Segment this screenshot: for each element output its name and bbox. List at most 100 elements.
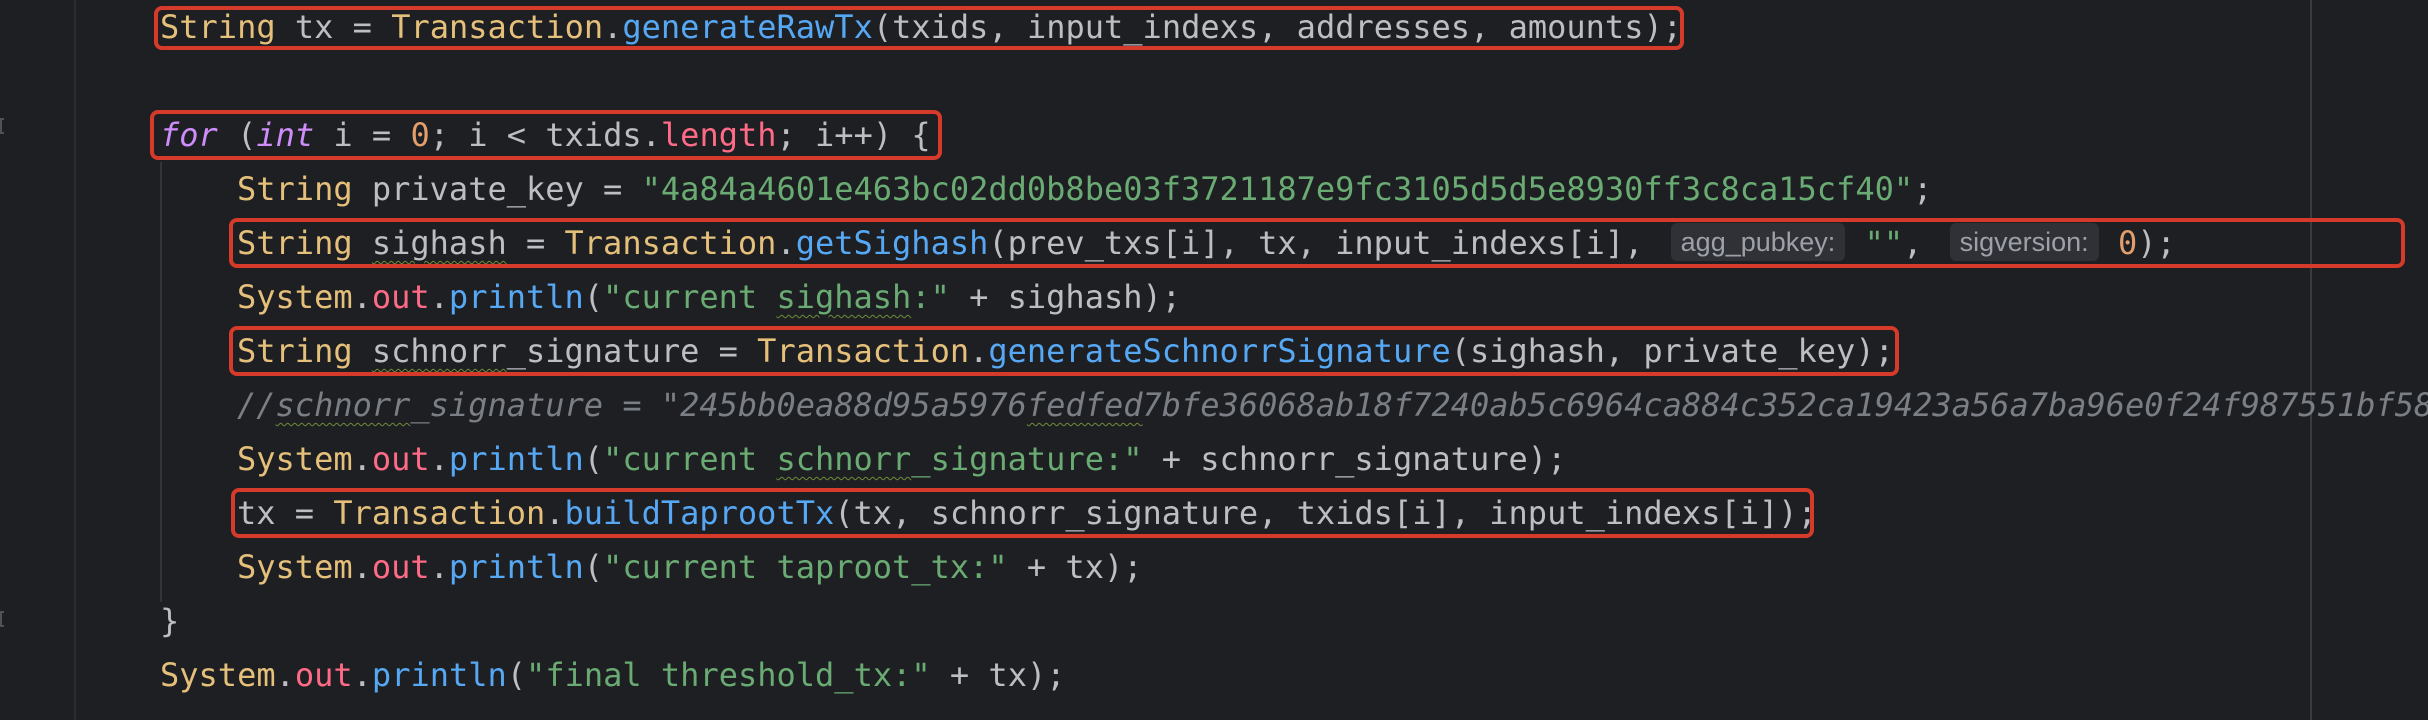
string-token: "final threshold_tx:" xyxy=(526,656,931,694)
keyword-token: int xyxy=(256,116,315,154)
field-token: out xyxy=(371,278,430,316)
code-token: . xyxy=(429,440,449,478)
class-token: Transaction xyxy=(333,494,546,532)
code-token: tx = xyxy=(275,8,392,46)
code-token: . xyxy=(545,494,565,532)
type-token: String xyxy=(237,224,353,262)
code-token: + sighash); xyxy=(949,278,1182,316)
code-token: ( xyxy=(583,548,604,586)
code-token: i = xyxy=(314,116,411,154)
code-token: (prev_txs[i], tx, input_indexs[i], xyxy=(988,224,1663,262)
code-token: ( xyxy=(583,440,604,478)
code-token: . xyxy=(429,548,449,586)
code-line-private-key[interactable]: String private_key = "4a84a4601e463bc02d… xyxy=(237,162,1932,216)
variable-token: sighash xyxy=(371,224,507,262)
code-token: (txids, input_indexs, addresses, amounts… xyxy=(872,8,1682,46)
code-token: ; i < txids. xyxy=(429,116,661,154)
code-token: private_key = xyxy=(352,170,642,208)
code-line-closing-brace[interactable]: } xyxy=(160,594,179,648)
code-line-print-sighash[interactable]: System.out.println("current sighash:" + … xyxy=(237,270,1181,324)
code-line-print-taproot-tx[interactable]: System.out.println("current taproot_tx:"… xyxy=(237,540,1142,594)
code-line-for-loop[interactable]: for (int i = 0; i < txids.length; i++) { xyxy=(160,108,931,162)
comment-token: 7bfe36068ab18f7240ab5c6964ca884c352ca194… xyxy=(1142,386,2428,424)
code-token: . xyxy=(352,278,372,316)
class-token: Transaction xyxy=(564,224,777,262)
code-token: , xyxy=(1903,224,1942,262)
method-token: println xyxy=(448,440,584,478)
string-token: _signature:" xyxy=(911,440,1143,478)
field-token: length xyxy=(660,116,777,154)
method-token: generateRawTx xyxy=(622,8,873,46)
field-token: out xyxy=(371,440,430,478)
code-token: tx = xyxy=(237,494,334,532)
string-token: :" xyxy=(911,278,950,316)
string-token: "current taproot_tx:" xyxy=(603,548,1008,586)
code-token: . xyxy=(275,656,295,694)
fold-marker[interactable] xyxy=(0,118,4,134)
method-token: getSighash xyxy=(795,224,989,262)
parameter-hint-sigversion: sigversion: xyxy=(1949,223,2099,261)
class-token: System xyxy=(237,278,353,316)
code-token: . xyxy=(352,440,372,478)
method-token: generateSchnorrSignature xyxy=(988,332,1451,370)
code-token: + schnorr_signature); xyxy=(1142,440,1567,478)
code-token: + tx); xyxy=(930,656,1066,694)
class-token: System xyxy=(237,440,353,478)
class-token: Transaction xyxy=(757,332,970,370)
code-token: ( xyxy=(583,278,604,316)
method-token: println xyxy=(448,278,584,316)
comment-token: schnorr xyxy=(275,386,411,424)
method-token: buildTaprootTx xyxy=(564,494,835,532)
variable-token: schnorr xyxy=(371,332,507,370)
line-gutter[interactable] xyxy=(0,0,76,720)
code-token: _signature = xyxy=(506,332,758,370)
method-token: println xyxy=(371,656,507,694)
parameter-hint-agg-pubkey: agg_pubkey: xyxy=(1670,223,1846,261)
code-token: (sighash, private_key); xyxy=(1450,332,1894,370)
code-line-build-taproot-tx[interactable]: tx = Transaction.buildTaprootTx(tx, schn… xyxy=(237,486,1817,540)
string-token: "4a84a4601e463bc02dd0b8be03f3721187e9fc3… xyxy=(641,170,1914,208)
number-token: 0 xyxy=(2098,224,2138,262)
string-token: "" xyxy=(1845,224,1904,262)
code-line-print-final-tx[interactable]: System.out.println("final threshold_tx:"… xyxy=(160,648,1065,702)
code-token: } xyxy=(160,602,180,640)
code-token: ); xyxy=(2137,224,2176,262)
keyword-token: for xyxy=(160,116,218,154)
number-token: 0 xyxy=(410,116,430,154)
code-line-print-schnorr-signature[interactable]: System.out.println("current schnorr_sign… xyxy=(237,432,1566,486)
fold-marker[interactable] xyxy=(0,611,4,627)
type-token: String xyxy=(237,332,353,370)
code-token: = xyxy=(506,224,565,262)
code-token: . xyxy=(352,548,372,586)
code-editor[interactable]: String tx = Transaction.generateRawTx(tx… xyxy=(0,0,2428,720)
code-token: . xyxy=(969,332,989,370)
code-line-generate-raw-tx[interactable]: String tx = Transaction.generateRawTx(tx… xyxy=(160,0,1682,54)
code-line-get-sighash[interactable]: String sighash = Transaction.getSighash(… xyxy=(237,216,2176,270)
code-line-comment[interactable]: //schnorr_signature = "245bb0ea88d95a597… xyxy=(237,378,2428,432)
class-token: Transaction xyxy=(391,8,604,46)
field-token: out xyxy=(294,656,353,694)
string-token: sighash xyxy=(776,278,912,316)
code-token: (tx, schnorr_signature, txids[i], input_… xyxy=(834,494,1817,532)
type-token: String xyxy=(160,8,276,46)
string-token: "current xyxy=(603,440,777,478)
right-margin-guide xyxy=(2310,0,2312,720)
code-token: . xyxy=(352,656,372,694)
comment-token: _signature = "245bb0ea88d95a5976 xyxy=(410,386,1027,424)
code-line-generate-schnorr-signature[interactable]: String schnorr_signature = Transaction.g… xyxy=(237,324,1894,378)
code-token: + tx); xyxy=(1007,548,1143,586)
method-token: println xyxy=(448,548,584,586)
code-token: ( xyxy=(217,116,257,154)
code-token: . xyxy=(776,224,796,262)
code-token: . xyxy=(429,278,449,316)
code-token: ; i++) { xyxy=(776,116,931,154)
class-token: System xyxy=(237,548,353,586)
type-token: String xyxy=(237,170,353,208)
class-token: System xyxy=(160,656,276,694)
indent-guide xyxy=(160,162,162,602)
code-token: ; xyxy=(1913,170,1933,208)
string-token: "current xyxy=(603,278,777,316)
field-token: out xyxy=(371,548,430,586)
code-token: . xyxy=(603,8,623,46)
